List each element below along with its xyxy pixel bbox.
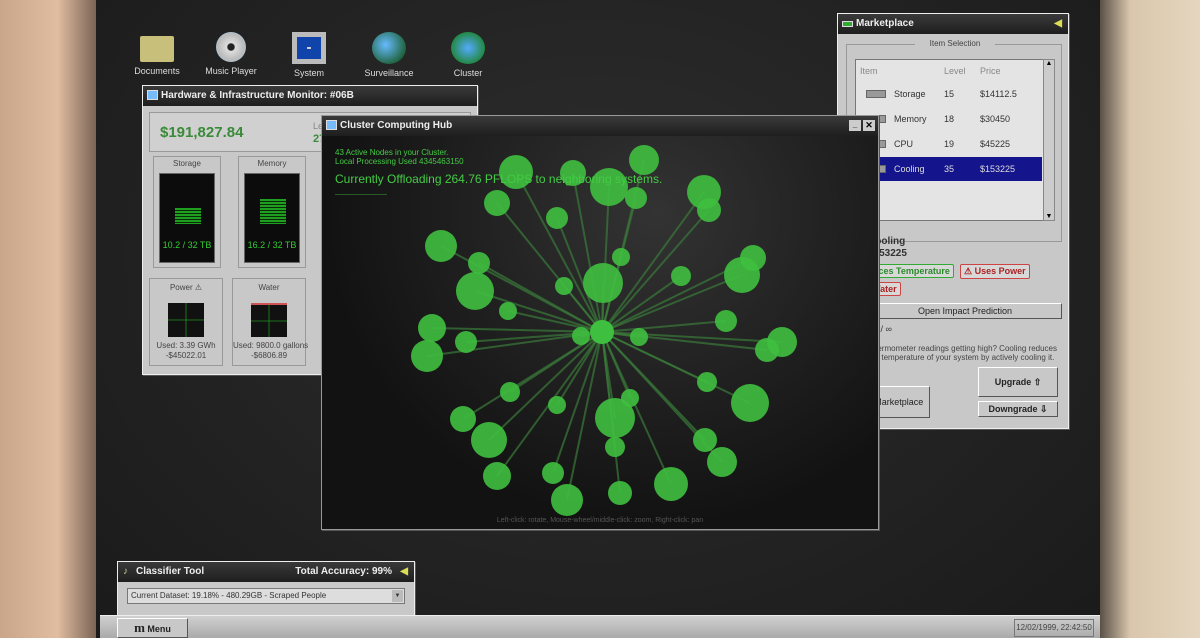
cluster-node[interactable] [625, 187, 647, 209]
open-impact-prediction-button[interactable]: Open Impact Prediction [868, 303, 1062, 319]
node-link [601, 331, 768, 351]
computer-icon [326, 120, 337, 130]
power-panel: Power ⚠ Used: 3.39 GWh -$45022.01 [149, 278, 223, 366]
cluster-node[interactable] [697, 198, 721, 222]
downgrade-button[interactable]: Downgrade ⇩ [978, 401, 1058, 417]
cluster-node[interactable] [707, 447, 737, 477]
minimize-button[interactable]: _ [849, 120, 861, 131]
node-link [601, 331, 783, 343]
cluster-node[interactable] [484, 190, 510, 216]
title-bar[interactable]: Hardware & Infrastructure Monitor: #06B [143, 86, 477, 106]
cluster-node[interactable] [740, 245, 766, 271]
cluster-node[interactable] [697, 372, 717, 392]
cluster-node[interactable] [468, 252, 490, 274]
close-button[interactable]: ✕ [863, 120, 875, 131]
list-item-cpu[interactable]: CPU 19 $45225 [856, 132, 1042, 156]
cluster-node[interactable] [608, 481, 632, 505]
node-link [462, 331, 603, 420]
cluster-node[interactable] [548, 396, 566, 414]
cluster-node[interactable] [595, 398, 635, 438]
cluster-node[interactable] [456, 272, 494, 310]
cluster-node[interactable] [500, 382, 520, 402]
desktop-icon-surveillance[interactable]: Surveillance [349, 32, 429, 78]
list-item-memory[interactable]: Memory 18 $30450 [856, 107, 1042, 131]
cluster-node[interactable] [455, 331, 477, 353]
classifier-tool-window[interactable]: ♪ Classifier Tool Total Accuracy: 99% ◀ Cur… [117, 561, 415, 621]
cd-icon [216, 32, 246, 62]
computer-icon [147, 90, 158, 100]
cluster-node[interactable] [542, 462, 564, 484]
cluster-node[interactable] [629, 145, 659, 175]
title-bar[interactable]: Marketplace ◀ [838, 14, 1068, 34]
monitor-bezel-left [0, 0, 96, 638]
globe-search-icon [372, 32, 406, 64]
storage-fill [175, 208, 201, 224]
taskbar: m Menu 12/02/1999, 22:42:50 [100, 615, 1100, 638]
cluster-node[interactable] [715, 310, 737, 332]
cluster-node[interactable] [612, 248, 630, 266]
speaker-icon[interactable]: ◀ [400, 562, 408, 582]
start-menu-button[interactable]: m Menu [117, 618, 188, 638]
cluster-node[interactable] [483, 462, 511, 490]
memory-gauge: Memory 16.2 / 32 TB [238, 156, 306, 268]
computer-icon [292, 32, 326, 64]
cluster-node[interactable] [654, 467, 688, 501]
cluster-node[interactable] [605, 437, 625, 457]
memory-fill [260, 199, 286, 224]
cluster-node[interactable] [555, 277, 573, 295]
cluster-node[interactable] [755, 338, 779, 362]
power-chart [168, 303, 204, 337]
classifier-icon: ♪ [123, 566, 128, 577]
folder-icon [140, 36, 174, 62]
cluster-node[interactable] [546, 207, 568, 229]
upgrade-button[interactable]: Upgrade ⇧ [978, 367, 1058, 397]
desktop-icon-music-player[interactable]: Music Player [191, 32, 271, 76]
cluster-node[interactable] [671, 266, 691, 286]
dataset-select[interactable]: Current Dataset: 19.18% - 480.29GB - Scr… [127, 588, 405, 604]
cluster-node[interactable] [731, 384, 769, 422]
network-icon [451, 32, 485, 64]
cluster-graph-area[interactable]: 43 Active Nodes in your Cluster. Local P… [322, 136, 878, 529]
water-chart [251, 303, 287, 337]
cluster-node[interactable] [471, 422, 507, 458]
cluster-graph[interactable] [322, 136, 878, 529]
cluster-node[interactable] [583, 263, 623, 303]
title-bar[interactable]: ♪ Classifier Tool Total Accuracy: 99% ◀ [118, 562, 414, 582]
tag-uses-power: ⚠ Uses Power [960, 264, 1030, 279]
cluster-node[interactable] [572, 327, 590, 345]
cluster-node[interactable] [411, 340, 443, 372]
desktop-icon-cluster[interactable]: Cluster [428, 32, 508, 78]
desktop-icon-documents[interactable]: Documents [117, 32, 197, 76]
scrollbar[interactable]: ▲ ▼ [1043, 59, 1055, 221]
balance: $191,827.84 [160, 124, 244, 141]
item-list[interactable]: Item Level Price Storage 15 $14112.5 Memory 18… [855, 59, 1053, 221]
speaker-icon[interactable]: ◀ [1054, 14, 1062, 34]
cluster-node[interactable] [418, 314, 446, 342]
item-icon [866, 90, 886, 98]
water-panel: Water Used: 9800.0 gallons -$6806.89 [232, 278, 308, 366]
storage-gauge: Storage 10.2 / 32 TB [153, 156, 221, 268]
chevron-down-icon[interactable]: ▼ [392, 590, 403, 602]
cluster-node[interactable] [450, 406, 476, 432]
cluster-hub-window[interactable]: Cluster Computing Hub _ ✕ 43 Active Node… [321, 115, 879, 530]
cluster-node[interactable] [630, 328, 648, 346]
list-item-storage[interactable]: Storage 15 $14112.5 [856, 82, 1042, 106]
desktop-icon-system[interactable]: System [269, 32, 349, 78]
ram-icon [842, 21, 853, 27]
hub-node[interactable] [590, 320, 614, 344]
cluster-node[interactable] [499, 302, 517, 320]
clock: 12/02/1999, 22:42:50 [1014, 619, 1094, 637]
title-bar[interactable]: Cluster Computing Hub _ ✕ [322, 116, 878, 136]
monitor-bezel-right [1100, 0, 1200, 638]
logo-icon: m [134, 620, 145, 635]
list-item-cooling[interactable]: Cooling 35 $153225 [856, 157, 1042, 181]
cluster-node[interactable] [693, 428, 717, 452]
cluster-node[interactable] [551, 484, 583, 516]
cluster-node[interactable] [425, 230, 457, 262]
